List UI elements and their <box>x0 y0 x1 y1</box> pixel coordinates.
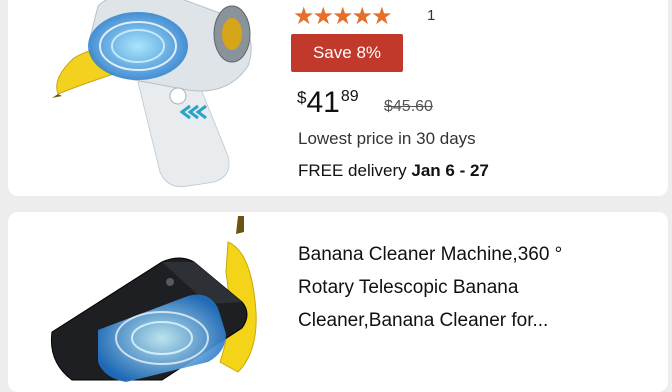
delivery-info: FREE delivery Jan 6 - 27 <box>298 161 489 181</box>
rating-count[interactable]: 1 <box>427 7 435 24</box>
banana-cleaner-machine-image[interactable] <box>12 212 280 382</box>
price-fraction: 89 <box>340 88 359 105</box>
list-price: $45.60 <box>384 98 433 115</box>
product-card-1[interactable]: ★★★★★ 1 Save 8% $4189 $45.60 Lowest pric… <box>8 0 668 196</box>
current-price: $4189 <box>297 86 359 120</box>
product-card-2[interactable]: Banana Cleaner Machine,360 ° Rotary Tele… <box>8 212 668 392</box>
price-symbol: $ <box>297 88 307 107</box>
delivery-dates: Jan 6 - 27 <box>411 161 489 180</box>
save-badge: Save 8% <box>291 34 403 72</box>
product-title-line-1[interactable]: Banana Cleaner Machine,360 ° <box>298 244 562 266</box>
banana-cleaner-handheld-image[interactable] <box>28 0 278 194</box>
price-whole: 41 <box>306 86 340 119</box>
rating-stars[interactable]: ★★★★★ <box>293 2 393 30</box>
product-title-line-2[interactable]: Rotary Telescopic Banana <box>298 277 518 299</box>
product-title-line-3[interactable]: Cleaner,Banana Cleaner for... <box>298 310 548 332</box>
delivery-prefix: FREE delivery <box>298 161 407 180</box>
lowest-price-note: Lowest price in 30 days <box>298 129 476 148</box>
